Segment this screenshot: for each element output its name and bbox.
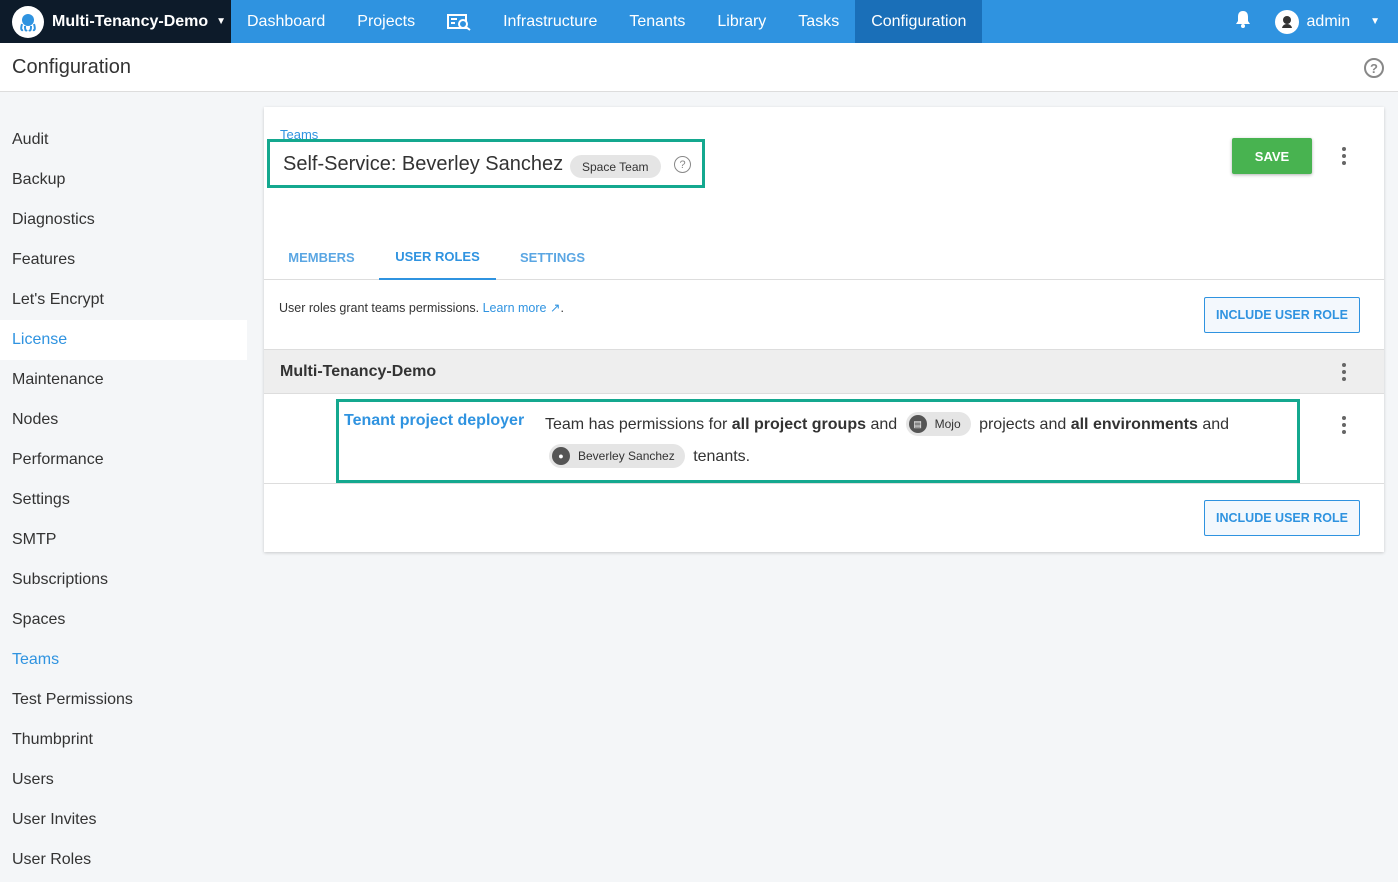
- more-options-icon[interactable]: [1334, 146, 1354, 166]
- space-group-header: Multi-Tenancy-Demo: [264, 349, 1384, 394]
- sidebar-item-settings[interactable]: Settings: [0, 480, 247, 520]
- external-link-icon: ↗: [549, 301, 561, 315]
- space-name: Multi-Tenancy-Demo: [52, 12, 209, 30]
- role-highlight: Tenant project deployer Team has permiss…: [336, 399, 1300, 483]
- top-nav: Multi-Tenancy-Demo ▼ Dashboard Projects …: [0, 0, 1398, 43]
- bell-icon[interactable]: [1227, 10, 1259, 33]
- project-chip[interactable]: ▤ Mojo: [905, 411, 971, 436]
- sidebar-item-diagnostics[interactable]: Diagnostics: [0, 200, 247, 240]
- sidebar-item-user-invites[interactable]: User Invites: [0, 800, 247, 840]
- tab-members[interactable]: MEMBERS: [264, 234, 379, 280]
- tab-settings[interactable]: SETTINGS: [496, 234, 609, 280]
- nav-configuration[interactable]: Configuration: [855, 0, 983, 43]
- avatar: [1274, 9, 1299, 34]
- tenant-chip-label: Beverley Sanchez: [578, 448, 675, 463]
- sidebar-item-performance[interactable]: Performance: [0, 440, 247, 480]
- nav-tasks[interactable]: Tasks: [782, 0, 855, 43]
- help-icon[interactable]: ?: [674, 156, 691, 173]
- page-header: Configuration ?: [0, 43, 1398, 92]
- sidebar-item-thumbprint[interactable]: Thumbprint: [0, 720, 247, 760]
- team-card: Teams Self-Service: Beverley Sanchez Spa…: [264, 107, 1384, 552]
- nav-library[interactable]: Library: [701, 0, 782, 43]
- role-desc-text: and: [1202, 416, 1230, 433]
- sidebar-item-users[interactable]: Users: [0, 760, 247, 800]
- project-icon: ▤: [908, 414, 927, 433]
- role-name-link[interactable]: Tenant project deployer: [344, 412, 524, 430]
- role-desc-text: projects and: [979, 416, 1067, 433]
- sidebar-item-teams[interactable]: Teams: [0, 640, 247, 680]
- include-user-role-button[interactable]: INCLUDE USER ROLE: [1204, 297, 1360, 333]
- sidebar-item-backup[interactable]: Backup: [0, 160, 247, 200]
- more-options-icon[interactable]: [1334, 362, 1354, 382]
- nav-infrastructure[interactable]: Infrastructure: [487, 0, 613, 43]
- sidebar: Audit Backup Diagnostics Features Let's …: [0, 120, 247, 880]
- tenant-chip[interactable]: ● Beverley Sanchez: [549, 443, 685, 468]
- sidebar-item-smtp[interactable]: SMTP: [0, 520, 247, 560]
- octopus-logo-icon: [12, 5, 44, 38]
- intro-text: User roles grant teams permissions. Lear…: [279, 301, 564, 315]
- page-title: Configuration: [12, 55, 131, 78]
- role-desc-text: Team has permissions for: [545, 416, 728, 433]
- role-desc-bold: all project groups: [731, 416, 866, 433]
- role-desc-bold: all environments: [1070, 416, 1198, 433]
- more-options-icon[interactable]: [1334, 415, 1354, 435]
- role-description: Team has permissions for all project gro…: [545, 409, 1285, 473]
- tenant-user-icon: ●: [552, 446, 570, 465]
- sidebar-item-user-roles[interactable]: User Roles: [0, 840, 247, 880]
- sidebar-item-license[interactable]: License: [0, 320, 247, 360]
- username: admin: [1306, 12, 1351, 30]
- user-menu[interactable]: admin ▼: [1274, 9, 1398, 34]
- sidebar-item-maintenance[interactable]: Maintenance: [0, 360, 247, 400]
- nav-tenants[interactable]: Tenants: [613, 0, 701, 43]
- space-switcher[interactable]: Multi-Tenancy-Demo ▼: [0, 0, 231, 43]
- learn-more-label: Learn more: [482, 301, 547, 315]
- nav-search-icon[interactable]: [431, 0, 487, 43]
- save-button[interactable]: SAVE: [1232, 138, 1312, 174]
- learn-more-link[interactable]: Learn more ↗: [483, 301, 561, 315]
- space-team-badge: Space Team: [570, 155, 661, 178]
- team-title-highlight: Self-Service: Beverley Sanchez Space Tea…: [267, 139, 705, 188]
- role-desc-text: tenants.: [693, 448, 751, 465]
- intro-description: User roles grant teams permissions.: [279, 301, 480, 315]
- nav-right: admin ▼: [1227, 0, 1398, 43]
- sidebar-item-nodes[interactable]: Nodes: [0, 400, 247, 440]
- tab-user-roles[interactable]: USER ROLES: [379, 234, 496, 280]
- include-user-role-button[interactable]: INCLUDE USER ROLE: [1204, 500, 1360, 536]
- sidebar-item-spaces[interactable]: Spaces: [0, 600, 247, 640]
- team-title: Self-Service: Beverley Sanchez: [283, 153, 564, 175]
- sidebar-item-lets-encrypt[interactable]: Let's Encrypt: [0, 280, 247, 320]
- chevron-down-icon: ▼: [216, 16, 227, 27]
- sidebar-item-audit[interactable]: Audit: [0, 120, 247, 160]
- help-icon[interactable]: ?: [1364, 58, 1384, 78]
- sidebar-item-subscriptions[interactable]: Subscriptions: [0, 560, 247, 600]
- sidebar-item-features[interactable]: Features: [0, 240, 247, 280]
- tabs: MEMBERS USER ROLES SETTINGS: [264, 234, 1384, 280]
- role-desc-text: and: [870, 416, 898, 433]
- user-role-row: Tenant project deployer Team has permiss…: [264, 394, 1384, 484]
- nav-dashboard[interactable]: Dashboard: [231, 0, 341, 43]
- group-name: Multi-Tenancy-Demo: [280, 362, 437, 380]
- sidebar-item-test-permissions[interactable]: Test Permissions: [0, 680, 247, 720]
- chevron-down-icon: ▼: [1370, 16, 1380, 27]
- nav-projects[interactable]: Projects: [341, 0, 431, 43]
- project-chip-label: Mojo: [934, 416, 961, 431]
